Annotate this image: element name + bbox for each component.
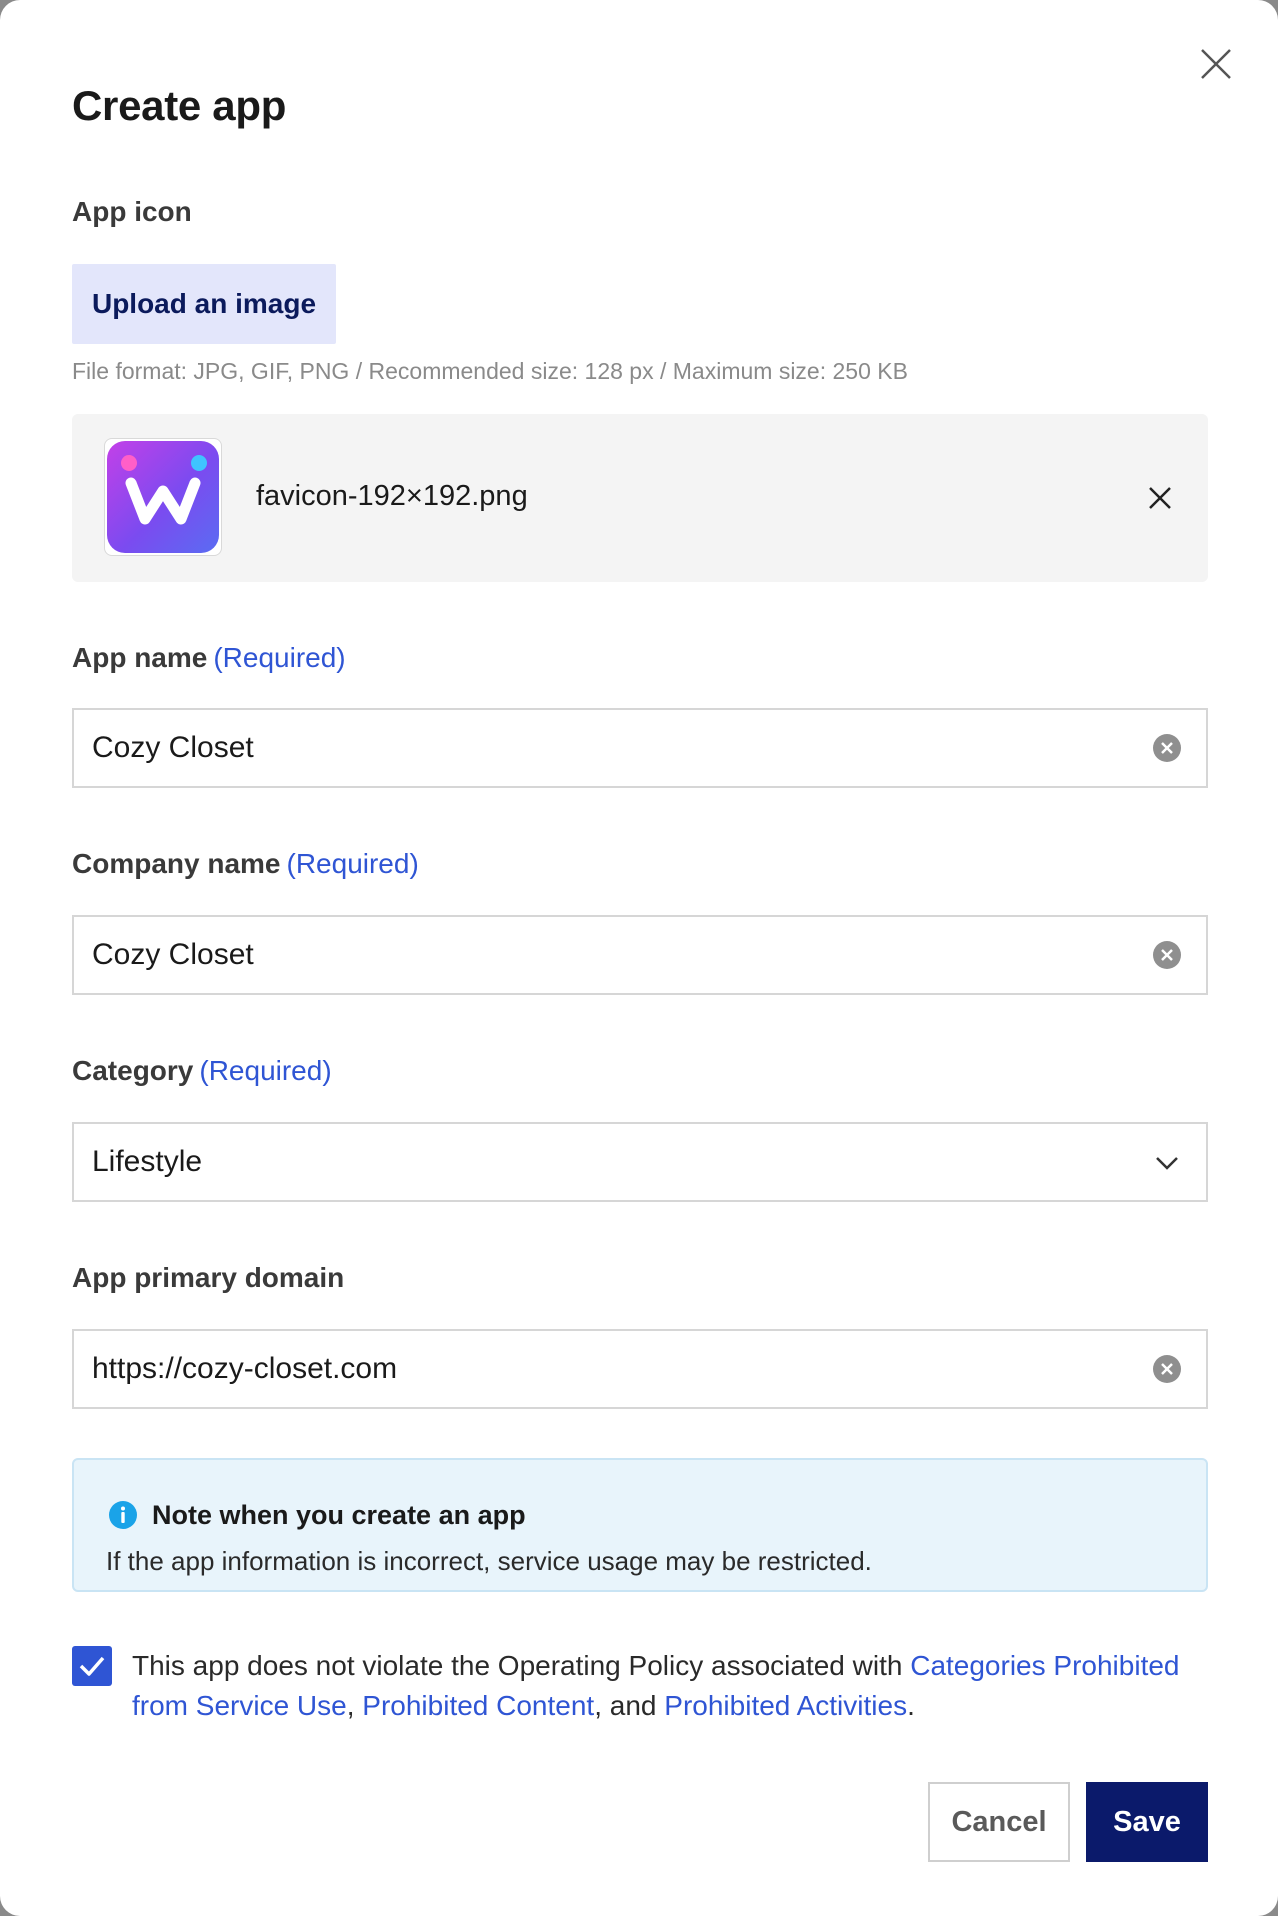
- info-icon: [108, 1500, 138, 1530]
- domain-label-text: App primary domain: [72, 1262, 345, 1293]
- info-notice: Note when you create an app If the app i…: [72, 1458, 1208, 1592]
- category-selected-value: Lifestyle: [92, 1145, 203, 1178]
- required-indicator: (Required): [286, 848, 419, 879]
- notice-body: If the app information is incorrect, ser…: [106, 1546, 872, 1576]
- category-label-text: Category: [72, 1055, 194, 1086]
- category-select[interactable]: Lifestyle: [72, 1122, 1208, 1202]
- required-indicator: (Required): [199, 1055, 332, 1086]
- app-name-field: [72, 708, 1208, 788]
- prohibited-activities-link[interactable]: Prohibited Activities: [664, 1690, 907, 1721]
- clear-domain-button[interactable]: [1152, 1354, 1182, 1384]
- close-dialog-button[interactable]: [1196, 44, 1236, 84]
- app-icon-label: App icon: [72, 196, 192, 228]
- clear-circle-icon: [1153, 1355, 1181, 1383]
- category-label: Category (Required): [72, 1055, 332, 1087]
- clear-app-name-button[interactable]: [1152, 733, 1182, 763]
- upload-image-button[interactable]: Upload an image: [72, 264, 336, 344]
- domain-input[interactable]: [92, 1331, 1092, 1407]
- close-icon: [1149, 487, 1171, 509]
- save-button[interactable]: Save: [1086, 1782, 1208, 1862]
- close-icon: [1201, 49, 1231, 79]
- app-name-label-text: App name: [72, 642, 208, 673]
- create-app-dialog: Create app App icon Upload an image File…: [0, 0, 1278, 1916]
- prohibited-content-link[interactable]: Prohibited Content: [362, 1690, 594, 1721]
- policy-agreement-text: This app does not violate the Operating …: [132, 1646, 1212, 1726]
- app-icon-label-text: App icon: [72, 196, 192, 227]
- remove-file-button[interactable]: [1146, 484, 1174, 512]
- cancel-button[interactable]: Cancel: [928, 1782, 1070, 1862]
- checkmark-icon: [79, 1656, 105, 1676]
- app-logo-image: [107, 441, 219, 553]
- policy-agreement-checkbox[interactable]: [72, 1646, 112, 1686]
- clear-circle-icon: [1153, 734, 1181, 762]
- agreement-text: This app does not violate the Operating …: [132, 1650, 911, 1681]
- company-name-input[interactable]: [92, 917, 1092, 993]
- app-name-input[interactable]: [92, 710, 1092, 786]
- file-name: favicon-192×192.png: [256, 480, 528, 512]
- chevron-down-icon: [1152, 1148, 1182, 1178]
- company-name-field: [72, 915, 1208, 995]
- company-name-label-text: Company name: [72, 848, 281, 879]
- notice-title: Note when you create an app: [152, 1500, 526, 1530]
- agreement-period: .: [907, 1690, 915, 1721]
- clear-circle-icon: [1153, 941, 1181, 969]
- upload-hint: File format: JPG, GIF, PNG / Recommended…: [72, 358, 908, 384]
- agreement-separator: ,: [346, 1690, 363, 1721]
- uploaded-file-card: favicon-192×192.png: [72, 414, 1208, 582]
- app-icon-thumbnail: [104, 438, 222, 556]
- company-name-label: Company name (Required): [72, 848, 419, 880]
- app-name-label: App name (Required): [72, 642, 346, 674]
- domain-label: App primary domain: [72, 1262, 344, 1294]
- clear-company-name-button[interactable]: [1152, 940, 1182, 970]
- required-indicator: (Required): [213, 642, 346, 673]
- dialog-title: Create app: [72, 82, 287, 129]
- agreement-separator: , and: [594, 1690, 665, 1721]
- domain-field: [72, 1329, 1208, 1409]
